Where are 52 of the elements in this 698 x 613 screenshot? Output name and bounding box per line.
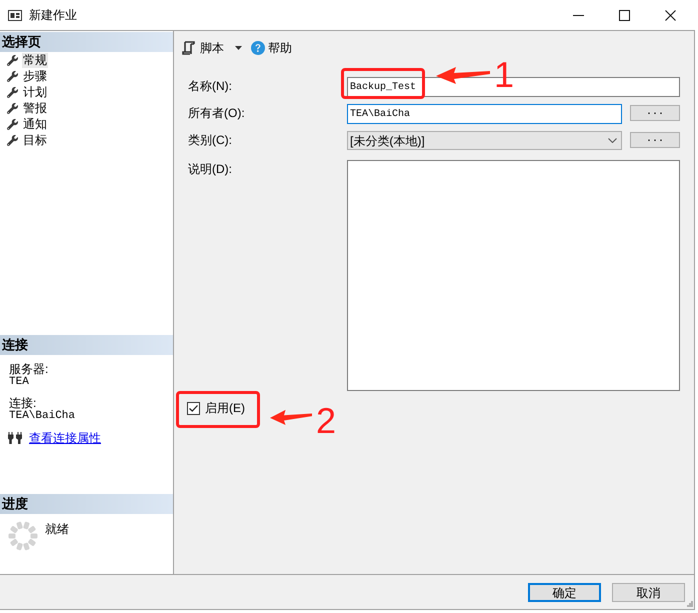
section-header: 连接: [0, 335, 173, 355]
connection-properties-link[interactable]: 查看连接属性: [29, 431, 101, 445]
window-icon: [8, 10, 22, 20]
caret-icon[interactable]: [235, 46, 242, 50]
annotation-arrow: [270, 409, 312, 425]
category-dropdown[interactable]: [未分类(本地)]: [347, 131, 622, 150]
text-field[interactable]: TEA\BaiCha: [347, 104, 622, 124]
server-label: 服务器:: [9, 363, 50, 376]
field-label: 所有者(O):: [188, 105, 246, 120]
wrench-icon: [7, 118, 18, 130]
field-label: 类别(C):: [188, 132, 233, 147]
maximize-icon: [618, 10, 630, 20]
chevron-down-icon: [608, 138, 617, 143]
spinner-icon: [8, 521, 38, 551]
wrench-icon: [7, 70, 18, 82]
checkbox-label[interactable]: 启用(E): [205, 401, 245, 415]
resize-grip-icon[interactable]: [686, 600, 693, 607]
minimize-icon: [572, 14, 584, 16]
browse-button[interactable]: ...: [630, 132, 680, 148]
help-icon: [251, 41, 265, 55]
browse-button[interactable]: ...: [630, 105, 680, 121]
page-item[interactable]: 计划: [22, 84, 48, 100]
close-icon: [664, 10, 676, 20]
window-title: 新建作业: [29, 7, 77, 24]
dialog-button[interactable]: 取消: [612, 583, 685, 602]
field-label: 名称(N):: [188, 78, 233, 93]
wrench-icon: [7, 102, 18, 114]
dialog-button[interactable]: 确定: [528, 583, 601, 602]
page-item[interactable]: 常规: [22, 52, 48, 68]
section-header: 进度: [0, 494, 173, 514]
server-value: TEA: [9, 376, 30, 388]
checkmark-icon: [189, 404, 198, 412]
section-header: 选择页: [0, 32, 173, 52]
description-field[interactable]: [347, 160, 680, 391]
wrench-icon: [7, 134, 18, 146]
page-item[interactable]: 通知: [22, 116, 48, 132]
page-item[interactable]: 步骤: [22, 68, 48, 84]
page-item[interactable]: 目标: [22, 132, 48, 148]
help-button[interactable]: 帮助: [251, 39, 292, 57]
annotation-number: 2: [316, 403, 336, 439]
scroll-icon: [182, 41, 195, 55]
checkbox[interactable]: [187, 402, 200, 414]
script-button[interactable]: 脚本: [182, 39, 224, 57]
wrench-icon: [7, 86, 18, 98]
wrench-icon: [7, 54, 18, 66]
connection-label: 连接:: [9, 397, 38, 410]
status-text: 就绪: [45, 521, 69, 536]
page-item[interactable]: 警报: [22, 100, 48, 116]
field-label: 说明(D):: [188, 161, 233, 176]
connection-value: TEA\BaiCha: [9, 410, 76, 422]
annotation-arrow: [436, 66, 490, 84]
plug-icon: [8, 432, 22, 444]
